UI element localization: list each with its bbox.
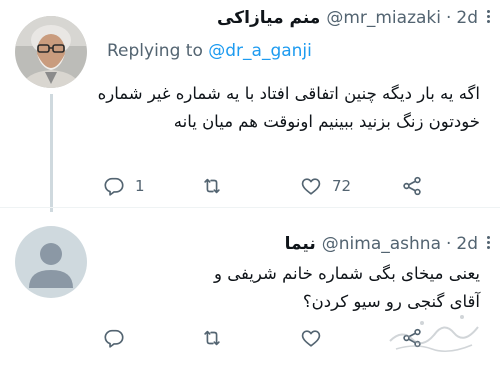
heart-icon [301,330,321,347]
more-options-icon[interactable] [487,236,490,249]
thread-line [50,94,53,212]
default-profile-icon [15,226,87,298]
retweet-icon [204,178,220,194]
display-name[interactable]: منم میازاکی [217,8,320,28]
like-count: 72 [332,177,352,195]
retweet-button[interactable] [201,174,233,198]
timestamp[interactable]: 2d [456,234,478,254]
action-bar: 1 72 [103,174,443,198]
retweet-button[interactable] [201,326,233,350]
tweet-text: اگه یه بار دیگه چنین اتفاقی افتاد با یه … [97,84,480,131]
avatar[interactable] [15,16,87,88]
reply-button[interactable] [103,326,135,350]
share-button[interactable] [401,174,423,198]
tweet-header: نیما @nima_ashna · 2d [285,232,478,256]
tweet-miazaki[interactable]: منم میازاکی @mr_miazaki · 2d Replying to… [0,0,500,212]
avatar-photo [15,16,87,88]
tweet-nima[interactable]: نیما @nima_ashna · 2d یعنی میخای بگی شما… [0,208,500,365]
share-icon [403,176,421,196]
reply-icon [104,177,124,196]
like-button[interactable] [300,326,332,350]
handle[interactable]: @mr_miazaki [326,8,441,28]
watermark-logo [389,315,479,353]
timestamp[interactable]: 2d [456,8,478,28]
replying-to: Replying to @dr_a_ganji [107,41,312,61]
handle[interactable]: @nima_ashna [322,234,441,254]
separator-dot: · [445,8,452,28]
tweet-header: منم میازاکی @mr_miazaki · 2d [217,6,478,30]
retweet-icon [204,330,220,346]
replying-label: Replying to [107,41,203,61]
separator-dot: · [445,234,452,254]
more-options-icon[interactable] [487,10,490,23]
avatar[interactable] [15,226,87,298]
heart-icon [301,178,321,195]
like-button[interactable]: 72 [300,174,351,198]
tweet-thread: منم میازاکی @mr_miazaki · 2d Replying to… [0,0,500,365]
reply-button[interactable]: 1 [103,174,145,198]
reply-count: 1 [135,177,145,195]
reply-icon [104,329,124,348]
mention-link[interactable]: @dr_a_ganji [208,41,312,61]
display-name[interactable]: نیما [285,234,316,254]
